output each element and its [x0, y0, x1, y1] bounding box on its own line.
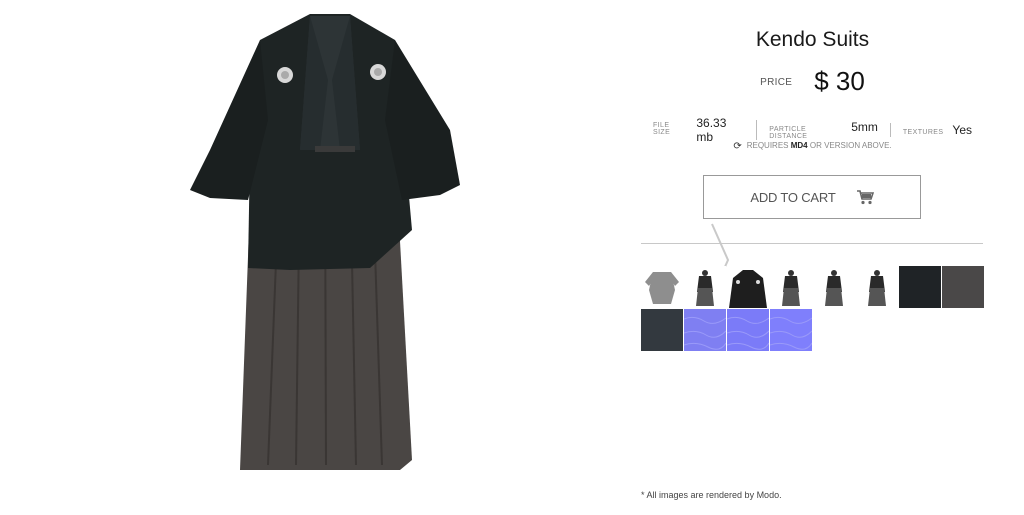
render-footnote: * All images are rendered by Modo. — [641, 490, 782, 500]
thumb-grey-robe-image — [641, 266, 683, 308]
spec-file-size: FILE SIZE 36.33 mb — [641, 116, 756, 144]
spec-value: 5mm — [851, 120, 878, 134]
thumb-texture-grey-image — [942, 266, 984, 308]
spec-label: TEXTURES — [902, 129, 944, 136]
add-to-cart-button[interactable]: ADD TO CART — [703, 175, 921, 219]
thumb-figure-sword-image — [813, 266, 855, 308]
thumb-normal-map-2[interactable] — [727, 309, 769, 351]
kendo-suit-image — [190, 14, 460, 470]
spec-value: Yes — [952, 123, 972, 137]
thumb-figure-sword[interactable] — [813, 266, 855, 308]
thumb-figure-side[interactable] — [770, 266, 812, 308]
price-label: PRICE — [760, 77, 793, 88]
thumb-closeup[interactable] — [727, 266, 769, 308]
thumb-figure-side-image — [770, 266, 812, 308]
refresh-icon: ⟳ — [733, 141, 742, 152]
cart-icon — [856, 190, 874, 205]
product-title: Kendo Suits — [755, 28, 870, 51]
thumb-figure-stance[interactable] — [856, 266, 898, 308]
thumb-back-view[interactable] — [684, 266, 726, 308]
thumb-figure-stance-image — [856, 266, 898, 308]
add-to-cart-label: ADD TO CART — [750, 189, 836, 205]
thumb-normal-map-3[interactable] — [770, 309, 812, 351]
spec-value: 36.33 mb — [696, 116, 727, 144]
divider — [641, 243, 983, 244]
thumb-texture-grey[interactable] — [942, 266, 984, 308]
thumb-grey-robe[interactable] — [641, 266, 683, 308]
requirement-app: MD4 — [790, 141, 808, 150]
thumb-normal-map-1[interactable] — [684, 309, 726, 351]
thumb-back-view-image — [684, 266, 726, 308]
spec-textures: TEXTURES Yes — [889, 123, 984, 137]
requirement-note: ⟳ REQUIRES MD4 OR VERSION ABOVE. — [641, 141, 984, 152]
thumb-texture-black[interactable] — [899, 266, 941, 308]
thumb-texture-slate[interactable] — [641, 309, 683, 351]
product-info-panel: Kendo Suits PRICE $ 30 FILE SIZE 36.33 m… — [641, 0, 984, 515]
price-value: $ 30 — [814, 66, 865, 96]
price-row: PRICE $ 30 — [641, 66, 984, 97]
requirement-prefix: REQUIRES — [746, 141, 789, 150]
product-image-area — [0, 0, 730, 515]
spec-row: FILE SIZE 36.33 mb PARTICLE DISTANCE 5mm… — [641, 116, 984, 144]
spec-particle-distance: PARTICLE DISTANCE 5mm — [756, 120, 890, 140]
spec-label: FILE SIZE — [653, 122, 671, 136]
thumb-normal-map-1-image — [684, 309, 726, 351]
next-image-arrow[interactable] — [556, 220, 730, 300]
thumb-texture-black-image — [899, 266, 941, 308]
thumb-texture-slate-image — [641, 309, 683, 351]
thumbnail-gallery — [641, 266, 984, 351]
requirement-suffix: OR VERSION ABOVE. — [809, 141, 892, 150]
thumb-normal-map-3-image — [770, 309, 812, 351]
thumb-closeup-image — [727, 266, 769, 308]
thumb-normal-map-2-image — [727, 309, 769, 351]
spec-label: PARTICLE DISTANCE — [769, 126, 808, 140]
